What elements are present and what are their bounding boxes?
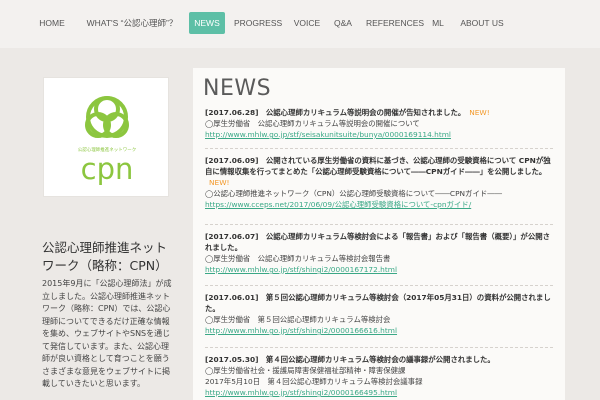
divider [205, 224, 553, 225]
news-headline: [2017.05.30] 第４回公認心理師カリキュラム等検討会の議事録が公開され… [205, 355, 495, 364]
nav-progress[interactable]: PROGRESS [234, 12, 282, 34]
new-badge: NEW! [469, 108, 490, 117]
nav-home[interactable]: HOME [35, 12, 69, 34]
nav-ml[interactable]: ML [430, 12, 446, 34]
news-headline: [2017.06.01] 第５回公認心理師カリキュラム等検討会（2017年05月… [205, 293, 551, 313]
news-headline: [2017.06.28] 公認心理師カリキュラム等説明会の開催が告知されました。 [205, 108, 466, 117]
nav-references[interactable]: REFERENCES [366, 12, 424, 34]
news-entry: [2017.06.09] 公開されている厚生労働省の資料に基づき、公認心理師の受… [205, 155, 553, 210]
news-body: ◯公認心理師推進ネットワーク（CPN）公認心理師受験資格について――CPNガイド… [205, 189, 503, 198]
nav-voice[interactable]: VOICE [292, 12, 322, 34]
top-nav: HOME WHAT'S “公認心理師”？ NEWS PROGRESS VOICE… [0, 0, 600, 48]
sidebar-description: 2015年9月に「公認心理師法」が成立しました。公認心理師推進ネットワーク（略称… [42, 279, 172, 388]
news-link[interactable]: http://www.mhlw.go.jp/stf/shingi2/000016… [205, 264, 553, 275]
news-body: ◯厚生労働省社会・援護局障害保健福祉部精神・障害保健課 [205, 366, 406, 375]
news-link[interactable]: http://www.mhlw.go.jp/stf/shingi2/000016… [205, 387, 553, 398]
sidebar-title: 公認心理師推進ネットワーク（略称：CPN） [42, 240, 168, 273]
nav-qa[interactable]: Q&A [332, 12, 354, 34]
news-entry: [2017.06.01] 第５回公認心理師カリキュラム等検討会（2017年05月… [205, 292, 553, 336]
news-entry: [2017.05.30] 第４回公認心理師カリキュラム等検討会の議事録が公開され… [205, 354, 553, 398]
news-link[interactable]: http://www.mhlw.go.jp/stf/shingi2/000016… [205, 325, 553, 336]
nav-about-us[interactable]: ABOUT US [460, 12, 504, 34]
news-body: 2017年5月10日 第４回公認心理師カリキュラム等検討会議事録 [205, 377, 423, 386]
nav-news[interactable]: NEWS [189, 12, 225, 34]
nav-whats-kouninshinrishi[interactable]: WHAT'S “公認心理師”？ [82, 12, 182, 34]
cpn-logo-mark: 公認心理師推進ネットワーク cpn [78, 96, 136, 186]
news-body: ◯厚生労働省 第５回公認心理師カリキュラム等検討会 [205, 315, 391, 324]
divider [205, 285, 553, 286]
divider [205, 148, 553, 149]
cpn-logo[interactable]: 公認心理師推進ネットワーク cpn [43, 77, 169, 197]
news-link[interactable]: http://www.mhlw.go.jp/stf/seisakunitsuit… [205, 129, 553, 140]
news-headline: [2017.06.07] 公認心理師カリキュラム等検討会による「報告書」および「… [205, 232, 550, 252]
news-entry: [2017.06.07] 公認心理師カリキュラム等検討会による「報告書」および「… [205, 231, 553, 275]
new-badge: NEW! [209, 178, 230, 187]
news-headline: [2017.06.09] 公開されている厚生労働省の資料に基づき、公認心理師の受… [205, 156, 551, 176]
news-body: ◯厚生労働省 公認心理師カリキュラム等説明会の開催について [205, 119, 420, 128]
news-entry: [2017.06.28] 公認心理師カリキュラム等説明会の開催が告知されました。… [205, 107, 553, 140]
page-title: NEWS [203, 76, 272, 101]
news-body: ◯厚生労働省 公認心理師カリキュラム等検討会報告書 [205, 254, 391, 263]
logo-wordmark: cpn [81, 152, 134, 186]
news-link[interactable]: https://www.cceps.net/2017/06/09/公認心理師受験… [205, 199, 553, 210]
divider [205, 347, 553, 348]
